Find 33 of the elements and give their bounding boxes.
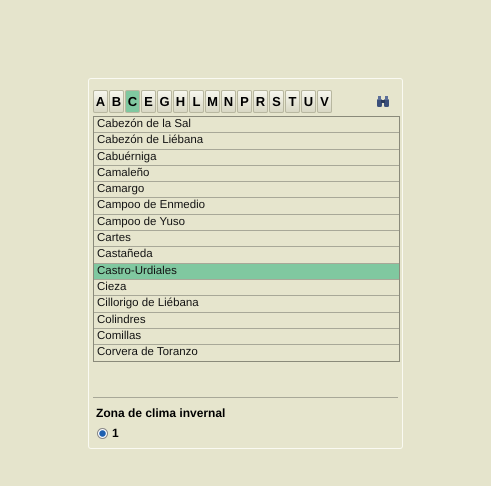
- section-title: Zona de clima invernal: [96, 406, 226, 420]
- letter-button[interactable]: M: [205, 90, 220, 112]
- list-item[interactable]: Campoo de Yuso: [94, 214, 399, 232]
- list-item[interactable]: Cabuérniga: [94, 150, 399, 166]
- letter-button[interactable]: P: [237, 90, 252, 112]
- letter-button[interactable]: E: [141, 90, 156, 112]
- letter-button[interactable]: R: [253, 90, 268, 112]
- letter-button[interactable]: C: [125, 90, 140, 112]
- letter-button[interactable]: U: [301, 90, 316, 112]
- list-item[interactable]: Cabezón de la Sal: [94, 117, 399, 134]
- letter-button[interactable]: G: [157, 90, 172, 112]
- letter-button[interactable]: V: [317, 90, 332, 112]
- list-item[interactable]: Camargo: [94, 182, 399, 198]
- letter-button[interactable]: L: [189, 90, 204, 112]
- list-item[interactable]: Cabezón de Liébana: [94, 133, 399, 150]
- list-item[interactable]: Cieza: [94, 280, 399, 296]
- radio-button[interactable]: [97, 428, 108, 439]
- letter-button[interactable]: T: [285, 90, 300, 112]
- list-item[interactable]: Campoo de Enmedio: [94, 198, 399, 215]
- list-item[interactable]: Colindres: [94, 312, 399, 329]
- letter-button[interactable]: A: [93, 90, 108, 112]
- letter-button[interactable]: H: [173, 90, 188, 112]
- list-item[interactable]: Camaleño: [94, 166, 399, 182]
- list-item[interactable]: Castro-Urdiales: [94, 264, 399, 280]
- letter-button[interactable]: S: [269, 90, 284, 112]
- letter-button[interactable]: B: [109, 90, 124, 112]
- letter-button[interactable]: N: [221, 90, 236, 112]
- list-item[interactable]: Comillas: [94, 328, 399, 346]
- binoculars-icon[interactable]: [376, 96, 390, 106]
- list-item[interactable]: Cillorigo de Liébana: [94, 296, 399, 313]
- radio-option[interactable]: 1: [97, 426, 119, 440]
- list-item[interactable]: Cartes: [94, 231, 399, 248]
- list-item[interactable]: Corvera de Toranzo: [94, 345, 399, 362]
